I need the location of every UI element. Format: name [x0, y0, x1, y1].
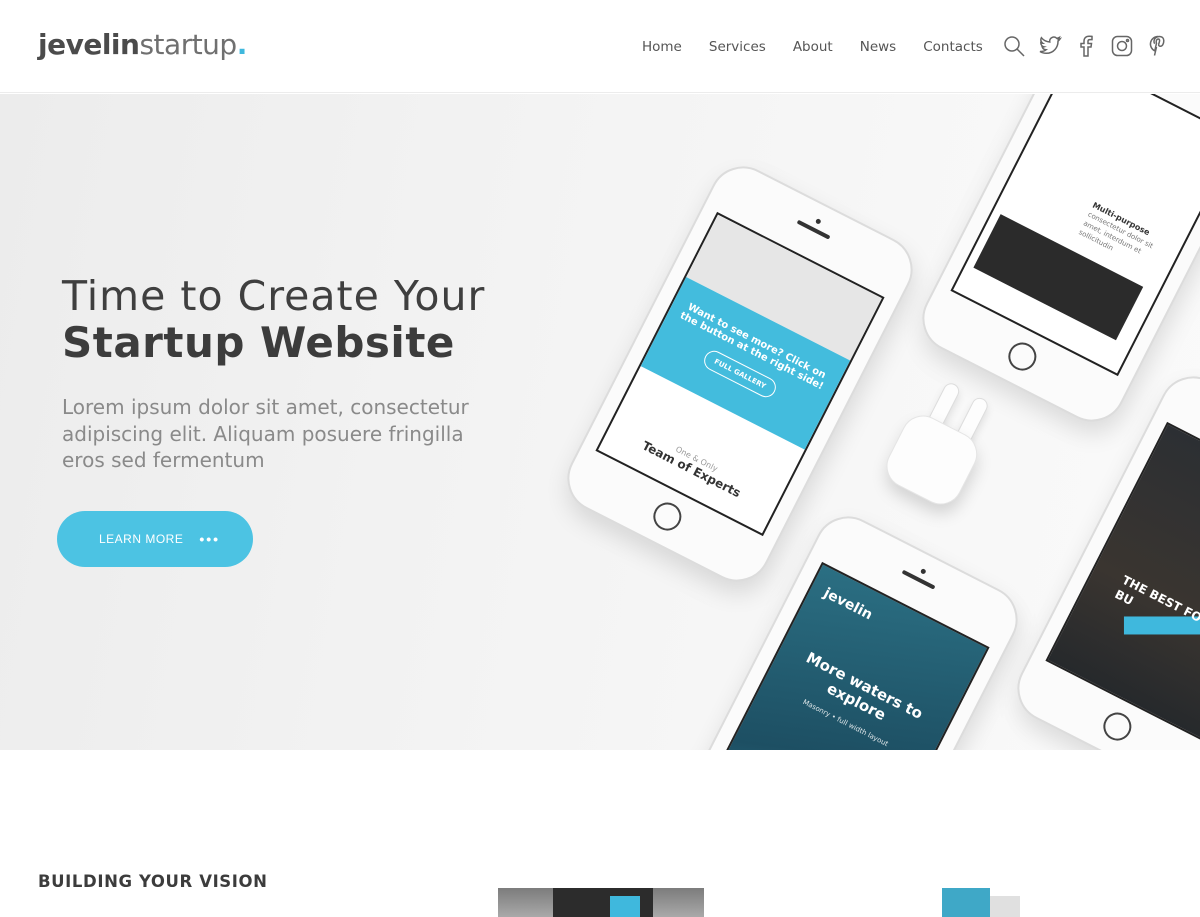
phone-mockup-4: THE BEST FOR YOUR BU — [1005, 364, 1200, 750]
nav-about[interactable]: About — [793, 38, 833, 56]
phone-screen: jevelin More waters to explore Masonry •… — [700, 561, 990, 750]
nav-news[interactable]: News — [860, 38, 896, 56]
screen-team-heading: One & Only Team of Experts — [606, 413, 780, 517]
phone-screen: THE BEST FOR YOUR BU — [1045, 421, 1200, 747]
hero-title-light: Time to Create Your — [62, 272, 486, 320]
learn-more-button[interactable]: LEARN MORE ••• — [57, 511, 253, 567]
pinterest-icon[interactable] — [1146, 34, 1170, 58]
preview-thumbnail — [498, 888, 704, 917]
search-icon[interactable] — [1002, 34, 1026, 58]
facebook-icon[interactable] — [1074, 34, 1098, 58]
phone-camera — [814, 218, 822, 225]
phone-screen: Multi-purpose consectetur dolor sit amet… — [950, 94, 1200, 377]
phone-home-button — [648, 497, 687, 536]
nav-services[interactable]: Services — [709, 38, 766, 56]
hero-section: Time to Create Your Startup Website Lore… — [0, 94, 1200, 750]
header-icons — [1002, 34, 1170, 58]
preview-thumbnail-3 — [990, 896, 1020, 917]
phone-home-button — [1098, 707, 1137, 746]
phone-home-button — [1003, 337, 1042, 376]
site-header: jevelinstartup. Home Services About News… — [0, 0, 1200, 93]
screen-team-small: One & Only — [674, 444, 720, 474]
learn-more-label: LEARN MORE — [99, 532, 184, 546]
hero-description: Lorem ipsum dolor sit amet, consectetur … — [62, 395, 469, 472]
instagram-icon[interactable] — [1110, 34, 1134, 58]
phone-camera — [919, 568, 927, 575]
hero-title-bold: Startup Website — [62, 318, 455, 367]
preview-thumbnail-2 — [942, 888, 990, 917]
nav-home[interactable]: Home — [642, 38, 682, 56]
section-heading: BUILDING YOUR VISION — [38, 872, 268, 891]
phone-screen: Want to see more? Click on the button at… — [595, 211, 885, 537]
logo-bold: jevelin — [38, 28, 140, 61]
airpods-image — [868, 368, 1012, 520]
twitter-icon[interactable] — [1038, 34, 1063, 58]
more-dots-icon: ••• — [199, 531, 221, 547]
main-nav: Home Services About News Contacts — [642, 38, 1010, 56]
phone-speaker — [901, 569, 936, 590]
screen-headline: More waters to explore Masonry • full wi… — [759, 636, 950, 750]
logo-light: startup — [139, 28, 237, 61]
site-logo[interactable]: jevelinstartup. — [38, 28, 247, 62]
phone-speaker — [796, 219, 831, 240]
logo-dot: . — [236, 28, 248, 61]
nav-contacts[interactable]: Contacts — [923, 38, 983, 56]
screen-brand: jevelin — [820, 585, 875, 624]
phone-mockup-2: Multi-purpose consectetur dolor sit amet… — [910, 94, 1200, 434]
preview-blue-block — [610, 896, 640, 917]
